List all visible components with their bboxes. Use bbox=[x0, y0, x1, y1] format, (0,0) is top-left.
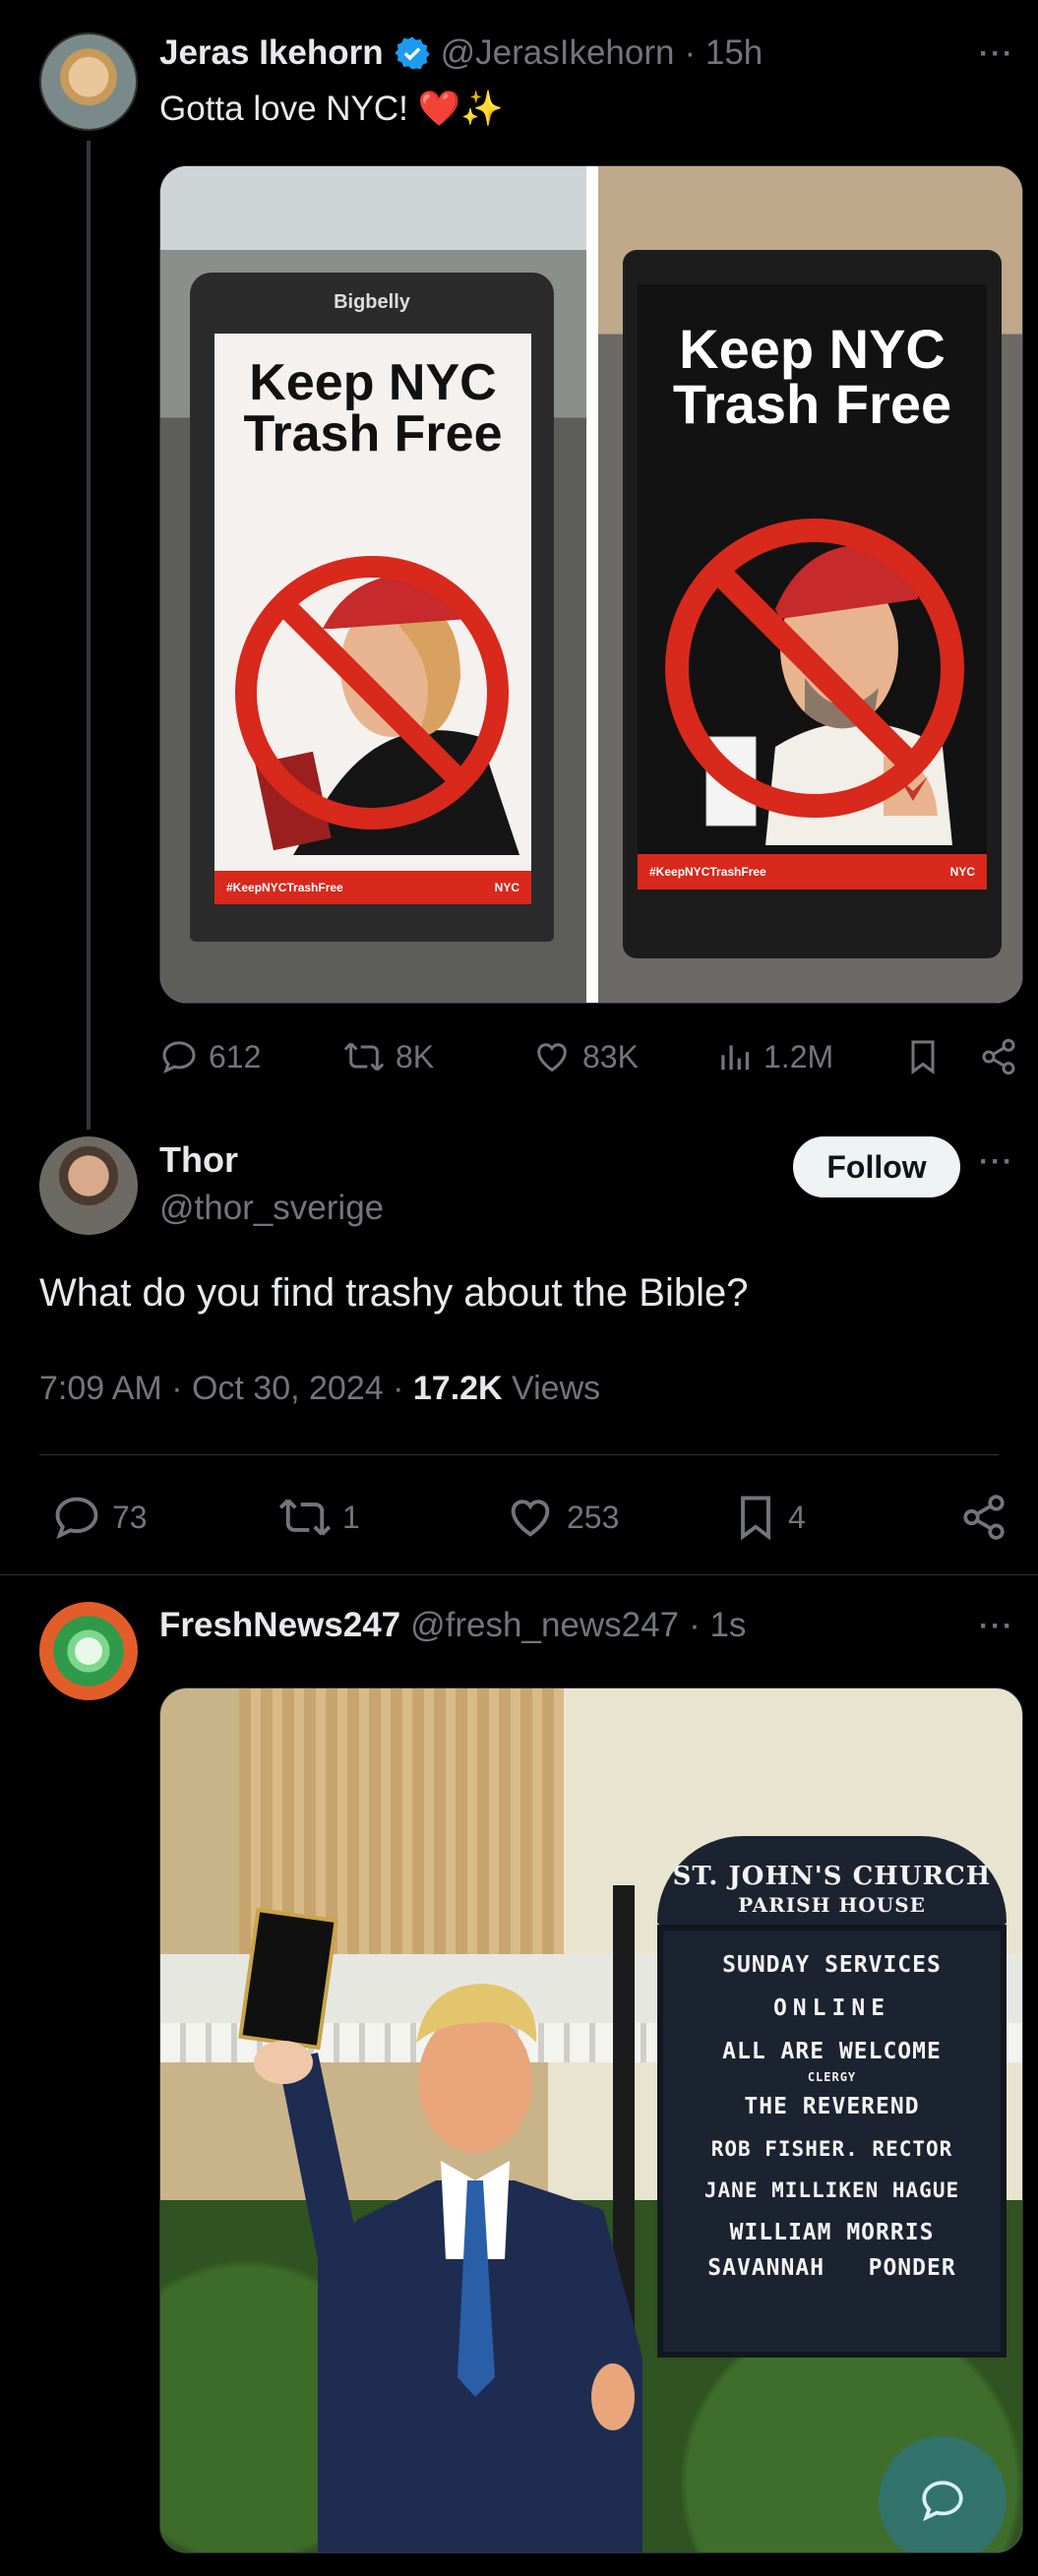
share-icon bbox=[979, 1037, 1018, 1076]
verified-badge-icon bbox=[394, 34, 431, 72]
media-image-right[interactable]: Keep NYC Trash Free #KeepNYCTrashFree NY… bbox=[598, 166, 1022, 1003]
views-chart-icon bbox=[718, 1037, 754, 1076]
church-sign-title: ST. JOHN'S CHURCH bbox=[672, 1862, 992, 1891]
poster-hashtag-right: #KeepNYCTrashFree bbox=[649, 865, 766, 879]
maga-woman-figure bbox=[235, 556, 519, 855]
divider bbox=[0, 1574, 1038, 1575]
author-name[interactable]: FreshNews247 bbox=[159, 1606, 400, 1645]
reply-button[interactable]: 612 bbox=[159, 1037, 261, 1076]
poster-headline-1-right: Keep NYC bbox=[679, 318, 946, 380]
author-name[interactable]: Thor bbox=[159, 1139, 238, 1181]
divider bbox=[39, 1454, 999, 1455]
more-options-icon[interactable]: ··· bbox=[979, 1610, 1014, 1643]
like-button[interactable]: 253 bbox=[504, 1492, 619, 1543]
views-count: 17.2K bbox=[412, 1370, 503, 1407]
sign-line-5: THE REVEREND bbox=[744, 2094, 920, 2119]
church-sign: ST. JOHN'S CHURCH PARISH HOUSE SUNDAY SE… bbox=[657, 1836, 1007, 2358]
retweet-icon bbox=[277, 1492, 333, 1543]
heart-icon bbox=[531, 1037, 573, 1076]
tweet-media[interactable]: Bigbelly Keep NYC Trash Free #KeepNYCTra… bbox=[159, 165, 1023, 1004]
retweet-count: 8K bbox=[396, 1038, 435, 1074]
floating-reply-button[interactable] bbox=[879, 2436, 1007, 2552]
sign-line-3: ALL ARE WELCOME bbox=[722, 2039, 942, 2064]
share-button[interactable] bbox=[959, 1492, 1008, 1543]
tweet-time[interactable]: · 15h bbox=[684, 33, 763, 73]
like-count: 83K bbox=[582, 1038, 639, 1074]
share-button[interactable] bbox=[979, 1037, 1018, 1076]
retweet-button[interactable]: 1 bbox=[277, 1492, 360, 1543]
bookmark-icon bbox=[905, 1037, 941, 1076]
bookmark-icon bbox=[733, 1492, 778, 1543]
sign-line-8: WILLIAM MORRIS bbox=[729, 2220, 935, 2245]
tweet-text: Gotta love NYC! ❤️✨ bbox=[159, 90, 504, 128]
avatar-jeras[interactable] bbox=[39, 32, 138, 131]
more-options-icon[interactable]: ··· bbox=[979, 37, 1014, 71]
bigbelly-brand: Bigbelly bbox=[334, 291, 410, 313]
media-image-left[interactable]: Bigbelly Keep NYC Trash Free #KeepNYCTra… bbox=[160, 166, 586, 1003]
retweet-icon bbox=[342, 1037, 386, 1076]
thread-line bbox=[87, 141, 91, 1130]
bookmark-button[interactable] bbox=[905, 1037, 941, 1076]
nyc-logo: NYC bbox=[494, 881, 519, 894]
retweet-count: 1 bbox=[342, 1499, 360, 1535]
reply-button[interactable]: 73 bbox=[51, 1492, 148, 1543]
bookmark-count: 4 bbox=[788, 1499, 806, 1535]
bookmark-button[interactable]: 4 bbox=[733, 1492, 806, 1543]
views-label: Views bbox=[502, 1370, 601, 1407]
tweet-media[interactable]: ST. JOHN'S CHURCH PARISH HOUSE SUNDAY SE… bbox=[159, 1687, 1023, 2553]
follow-button[interactable]: Follow bbox=[793, 1136, 960, 1197]
poster-headline-2-right: Trash Free bbox=[672, 373, 952, 435]
poster-hashtag: #KeepNYCTrashFree bbox=[226, 881, 343, 894]
author-handle[interactable]: @fresh_news247 bbox=[410, 1606, 679, 1645]
avatar-thor[interactable] bbox=[39, 1136, 138, 1235]
sign-line-7: JANE MILLIKEN HAGUE bbox=[703, 2178, 960, 2202]
sign-line-4: CLERGY bbox=[807, 2070, 857, 2084]
tweet-text: What do you find trashy about the Bible? bbox=[39, 1271, 749, 1315]
maga-man-figure bbox=[665, 519, 964, 845]
poster-headline-1: Keep NYC bbox=[249, 354, 497, 411]
reply-count: 612 bbox=[209, 1038, 262, 1074]
poster-headline-2: Trash Free bbox=[243, 405, 503, 462]
views-count: 1.2M bbox=[763, 1038, 834, 1074]
tweet-timestamp[interactable]: 7:09 AM · Oct 30, 2024 · bbox=[39, 1370, 413, 1407]
reply-icon bbox=[51, 1492, 102, 1543]
tweet-time[interactable]: · 1s bbox=[689, 1606, 746, 1645]
like-count: 253 bbox=[567, 1499, 620, 1535]
reply-icon bbox=[159, 1037, 199, 1076]
like-button[interactable]: 83K bbox=[531, 1037, 639, 1076]
compose-reply-icon bbox=[922, 2481, 963, 2522]
author-handle[interactable]: @JerasIkehorn bbox=[441, 33, 675, 73]
avatar-freshnews[interactable] bbox=[39, 1602, 138, 1700]
author-name[interactable]: Jeras Ikehorn bbox=[159, 33, 384, 73]
share-icon bbox=[959, 1492, 1008, 1543]
church-sign-subtitle: PARISH HOUSE bbox=[738, 1893, 926, 1917]
sign-line-2: ONLINE bbox=[772, 1995, 891, 2021]
sign-line-1: SUNDAY SERVICES bbox=[722, 1952, 942, 1978]
author-handle[interactable]: @thor_sverige bbox=[159, 1189, 384, 1228]
views-button[interactable]: 1.2M bbox=[718, 1037, 833, 1076]
nyc-logo-right: NYC bbox=[949, 865, 975, 879]
sign-line-9: SAVANNAH PONDER bbox=[707, 2255, 956, 2281]
more-options-icon[interactable]: ··· bbox=[979, 1145, 1014, 1179]
heart-icon bbox=[504, 1492, 557, 1543]
sign-line-6: ROB FISHER. RECTOR bbox=[710, 2137, 953, 2161]
reply-count: 73 bbox=[112, 1499, 148, 1535]
retweet-button[interactable]: 8K bbox=[342, 1037, 434, 1076]
